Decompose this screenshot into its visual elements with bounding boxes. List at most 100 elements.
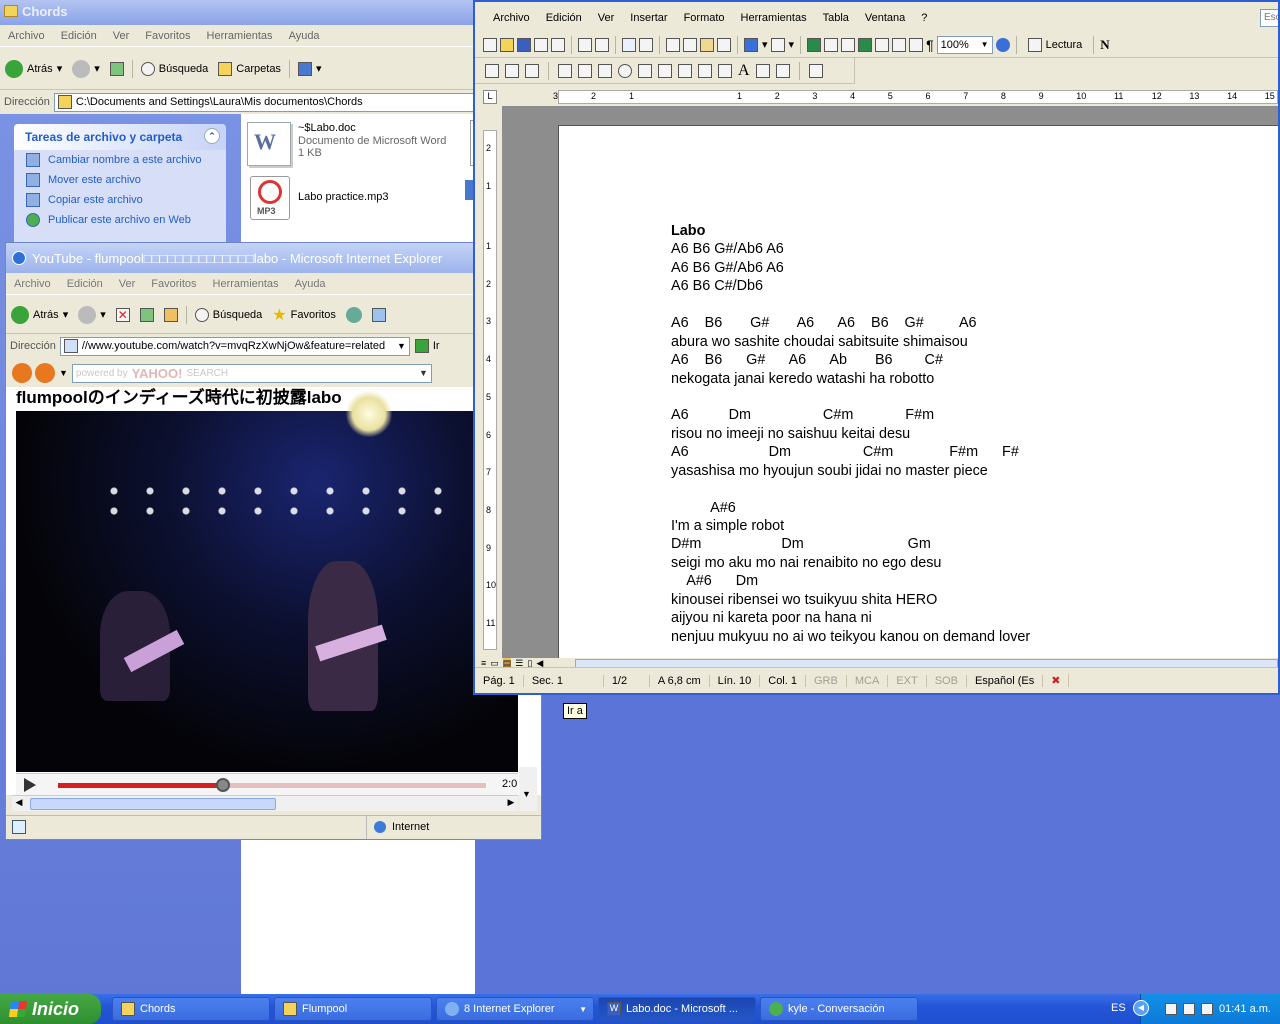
network-icon[interactable]: [1165, 1003, 1177, 1015]
task-word[interactable]: W Labo.doc - Microsoft ...: [598, 997, 756, 1021]
ie-menu-favoritos[interactable]: Favoritos: [143, 278, 204, 290]
status-mrk[interactable]: MCA: [847, 674, 889, 687]
ie-search-button[interactable]: Búsqueda: [190, 306, 268, 324]
tasks-header[interactable]: Tareas de archivo y carpeta ⌃: [14, 124, 226, 150]
word-menu-ver[interactable]: Ver: [590, 12, 623, 24]
word-menu-help[interactable]: ?: [913, 12, 935, 24]
form-field-2-icon[interactable]: [525, 63, 539, 78]
spelling-icon[interactable]: [622, 37, 636, 52]
document-page[interactable]: Labo A6 B6 G#/Ab6 A6 A6 B6 G#/Ab6 A6 A6 B6 …: [558, 125, 1278, 658]
explorer-titlebar[interactable]: Chords: [0, 0, 475, 25]
ie-titlebar[interactable]: YouTube - flumpool□□□□□□□□□□□□□□labo - M…: [6, 243, 541, 273]
ie-menu-edicion[interactable]: Edición: [59, 278, 111, 290]
file-item-doc[interactable]: ~$Labo.doc Documento de Microsoft Word 1…: [298, 122, 446, 160]
insert-table-icon[interactable]: [841, 37, 856, 52]
language-indicator[interactable]: ES: [1111, 1002, 1126, 1014]
tables-borders-icon[interactable]: [824, 37, 839, 52]
zoom-select[interactable]: 100% ▼: [936, 35, 993, 54]
clock[interactable]: 01:41 a.m.: [1219, 1003, 1271, 1015]
checkbox-icon[interactable]: [558, 63, 572, 78]
url-field[interactable]: //www.youtube.com/watch?v=mvqRzXwNjOw&fe…: [59, 336, 410, 356]
refresh-button[interactable]: [135, 306, 159, 324]
folders-button[interactable]: Carpetas: [213, 60, 286, 78]
video-progress-track[interactable]: [58, 778, 486, 792]
messenger-icon[interactable]: [12, 363, 32, 383]
task-conversation[interactable]: kyle - Conversación: [760, 997, 918, 1021]
insert-excel-icon[interactable]: [858, 37, 873, 52]
ie-forward-button[interactable]: ▾: [73, 304, 111, 326]
document-map-icon[interactable]: [909, 37, 924, 52]
menu-edicion[interactable]: Edición: [53, 30, 105, 42]
drawing-icon[interactable]: [892, 37, 907, 52]
form-field-icon[interactable]: [505, 63, 519, 78]
search-button[interactable]: Búsqueda: [136, 60, 214, 78]
reading-button[interactable]: Lectura: [1023, 36, 1088, 54]
word-menu-edicion[interactable]: Edición: [538, 12, 590, 24]
task-internet-explorer[interactable]: 8 Internet Explorer ▼: [436, 997, 594, 1021]
menu-ayuda[interactable]: Ayuda: [281, 30, 328, 42]
ie-menu-ayuda[interactable]: Ayuda: [287, 278, 334, 290]
yahoo-dropdown-icon[interactable]: ▼: [59, 368, 68, 378]
file-item-mp3[interactable]: Labo practice.mp3: [298, 191, 389, 203]
ie-hscrollbar[interactable]: ◀ ▶: [12, 795, 518, 811]
history-button[interactable]: [341, 305, 367, 325]
task-chords[interactable]: Chords: [112, 997, 270, 1021]
tray-expand-icon[interactable]: ◀: [1133, 1000, 1149, 1016]
up-folder-button[interactable]: [105, 60, 129, 78]
vertical-ruler[interactable]: 2 1 1 2 3 4 5 6 7 8 9 10 11: [483, 130, 497, 650]
yahoo-search-input[interactable]: powered by YAHOO! SEARCH ▼: [71, 363, 432, 383]
hyperlink-icon[interactable]: [807, 37, 822, 52]
draw-table-icon[interactable]: [485, 63, 499, 78]
label-icon[interactable]: A: [738, 62, 750, 80]
favorites-button[interactable]: ★ Favoritos: [267, 303, 341, 327]
paste-icon[interactable]: [700, 37, 714, 52]
menu-ver[interactable]: Ver: [105, 30, 138, 42]
ie-back-button[interactable]: Atrás ▾: [6, 304, 73, 326]
url-dropdown-icon[interactable]: ▼: [397, 341, 406, 351]
cut-icon[interactable]: [666, 37, 680, 52]
scroll-left-icon[interactable]: ◀: [12, 797, 26, 811]
volume-icon[interactable]: [1201, 1003, 1213, 1015]
status-ext[interactable]: EXT: [888, 674, 927, 687]
word-menu-formato[interactable]: Formato: [676, 12, 733, 24]
scroll-control-icon[interactable]: [678, 63, 692, 78]
mail-button[interactable]: [367, 306, 391, 324]
bold-button[interactable]: N: [1100, 37, 1109, 53]
task-move[interactable]: Mover este archivo: [14, 170, 226, 190]
views-button[interactable]: ▾: [293, 60, 327, 78]
redo-button[interactable]: ▾: [770, 37, 794, 52]
tab-selector-icon[interactable]: L: [483, 90, 497, 104]
word-menu-herramientas[interactable]: Herramientas: [733, 12, 815, 24]
save-icon[interactable]: [517, 37, 531, 52]
open-icon[interactable]: [500, 37, 514, 52]
word-menu-ventana[interactable]: Ventana: [857, 12, 913, 24]
textbox-icon[interactable]: [578, 63, 592, 78]
status-rec[interactable]: GRB: [806, 674, 847, 687]
option-button-icon[interactable]: [618, 63, 632, 78]
video-progress-handle[interactable]: [215, 778, 230, 792]
menu-archivo[interactable]: Archivo: [0, 30, 53, 42]
menu-favoritos[interactable]: Favoritos: [137, 30, 198, 42]
print-preview-icon[interactable]: [595, 37, 609, 52]
design-mode-icon[interactable]: [808, 63, 823, 78]
horizontal-ruler[interactable]: L 32112345678910111213141516: [475, 88, 1278, 106]
ie-menu-ver[interactable]: Ver: [111, 278, 144, 290]
yahoo-input-dropdown-icon[interactable]: ▼: [419, 368, 428, 378]
task-publish[interactable]: Publicar este archivo en Web: [14, 210, 226, 230]
task-rename[interactable]: Cambiar nombre a este archivo: [14, 150, 226, 170]
video-player[interactable]: [16, 391, 518, 772]
word-menu-archivo[interactable]: Archivo: [485, 12, 538, 24]
task-copy[interactable]: Copiar este archivo: [14, 190, 226, 210]
undo-button[interactable]: ▾: [744, 37, 768, 52]
show-formatting-icon[interactable]: ¶: [926, 37, 934, 53]
word-menu-tabla[interactable]: Tabla: [815, 12, 857, 24]
go-button[interactable]: Ir: [410, 337, 445, 355]
stop-button[interactable]: ✕: [111, 306, 135, 324]
menu-herramientas[interactable]: Herramientas: [199, 30, 281, 42]
research-icon[interactable]: [639, 37, 653, 52]
button-control-icon[interactable]: [598, 63, 612, 78]
home-button[interactable]: [159, 306, 183, 324]
back-button[interactable]: Atrás ▾: [0, 58, 67, 80]
upload-icon[interactable]: [35, 363, 55, 383]
word-doc-icon[interactable]: W: [247, 122, 291, 166]
